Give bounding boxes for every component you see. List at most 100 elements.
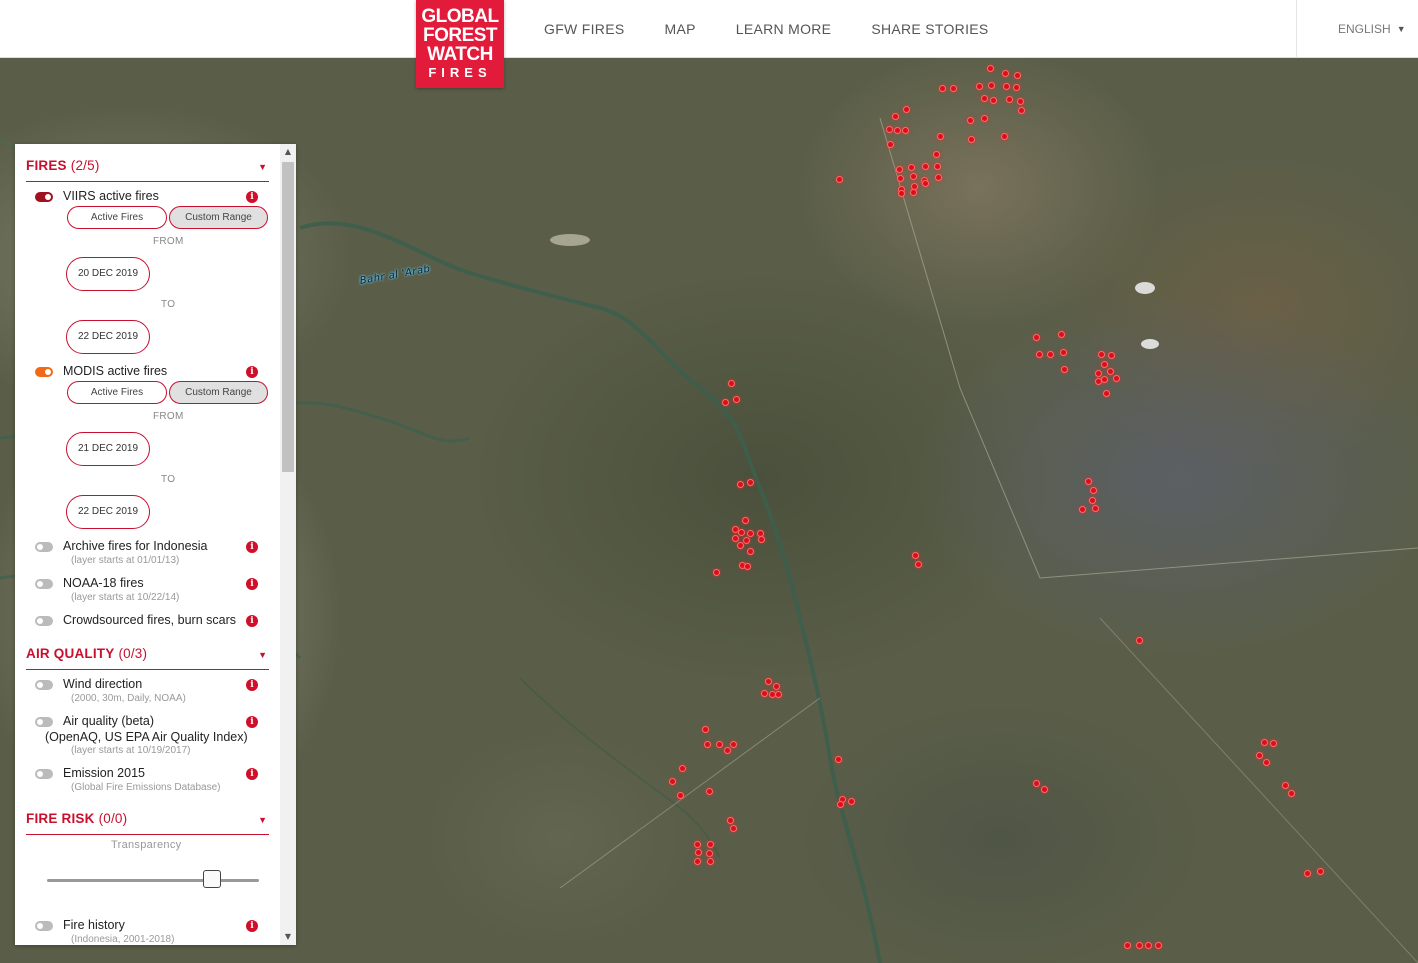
fire-point[interactable] <box>1136 942 1143 949</box>
fire-point[interactable] <box>1113 375 1120 382</box>
fire-point[interactable] <box>707 858 714 865</box>
fire-point[interactable] <box>707 841 714 848</box>
fire-point[interactable] <box>716 741 723 748</box>
nav-gfw-fires[interactable]: GFW FIRES <box>544 21 624 37</box>
scroll-down-icon[interactable]: ▼ <box>280 929 296 945</box>
fire-point[interactable] <box>922 180 929 187</box>
fire-point[interactable] <box>738 529 745 536</box>
fire-point[interactable] <box>706 850 713 857</box>
fire-point[interactable] <box>1061 366 1068 373</box>
fire-point[interactable] <box>1263 759 1270 766</box>
fire-point[interactable] <box>1047 351 1054 358</box>
fire-point[interactable] <box>743 537 750 544</box>
fire-point[interactable] <box>733 396 740 403</box>
noaa-info-icon[interactable]: i <box>246 578 258 590</box>
scroll-up-icon[interactable]: ▲ <box>280 144 296 160</box>
fire-point[interactable] <box>903 106 910 113</box>
fire-point[interactable] <box>898 190 905 197</box>
fire-point[interactable] <box>695 849 702 856</box>
fire-point[interactable] <box>1085 478 1092 485</box>
fire-point[interactable] <box>1058 331 1065 338</box>
fire-point[interactable] <box>1270 740 1277 747</box>
fire-point[interactable] <box>1124 942 1131 949</box>
archive-toggle[interactable] <box>35 542 53 552</box>
air-quality-section-header[interactable]: AIR QUALITY (0/3) ▼ <box>26 644 269 670</box>
panel-scrollbar[interactable]: ▲ ▼ <box>280 144 296 945</box>
emission-info-icon[interactable]: i <box>246 768 258 780</box>
fire-point[interactable] <box>848 798 855 805</box>
fire-point[interactable] <box>1155 942 1162 949</box>
fire-point[interactable] <box>981 95 988 102</box>
fire-point[interactable] <box>1282 782 1289 789</box>
fire-point[interactable] <box>677 792 684 799</box>
noaa-toggle[interactable] <box>35 579 53 589</box>
fire-point[interactable] <box>1317 868 1324 875</box>
fire-point[interactable] <box>1014 72 1021 79</box>
archive-info-icon[interactable]: i <box>246 541 258 553</box>
fire-history-toggle[interactable] <box>35 921 53 931</box>
viirs-custom-range-tab[interactable]: Custom Range <box>169 206 268 229</box>
fire-point[interactable] <box>704 741 711 748</box>
fire-point[interactable] <box>727 817 734 824</box>
fire-point[interactable] <box>669 778 676 785</box>
viirs-info-icon[interactable]: i <box>246 191 258 203</box>
fire-point[interactable] <box>939 85 946 92</box>
viirs-to-date[interactable]: 22 DEC 2019 <box>66 320 150 354</box>
scrollbar-thumb[interactable] <box>282 162 294 472</box>
collapse-arrow-icon[interactable]: ▼ <box>258 815 267 825</box>
fire-point[interactable] <box>908 164 915 171</box>
fire-point[interactable] <box>1033 780 1040 787</box>
fire-point[interactable] <box>976 83 983 90</box>
fire-point[interactable] <box>988 82 995 89</box>
nav-map[interactable]: MAP <box>664 21 695 37</box>
wind-toggle[interactable] <box>35 680 53 690</box>
nav-share-stories[interactable]: SHARE STORIES <box>871 21 988 37</box>
fire-point[interactable] <box>1033 334 1040 341</box>
fire-point[interactable] <box>897 175 904 182</box>
fire-point[interactable] <box>1018 107 1025 114</box>
fire-point[interactable] <box>1107 368 1114 375</box>
fire-point[interactable] <box>1095 370 1102 377</box>
fire-point[interactable] <box>758 536 765 543</box>
wind-info-icon[interactable]: i <box>246 679 258 691</box>
fire-point[interactable] <box>1089 497 1096 504</box>
fire-point[interactable] <box>934 163 941 170</box>
fire-point[interactable] <box>887 141 894 148</box>
fire-point[interactable] <box>724 747 731 754</box>
fire-point[interactable] <box>910 189 917 196</box>
modis-to-date[interactable]: 22 DEC 2019 <box>66 495 150 529</box>
fire-point[interactable] <box>679 765 686 772</box>
fire-risk-section-header[interactable]: FIRE RISK (0/0) ▼ <box>26 809 269 835</box>
crowd-toggle[interactable] <box>35 616 53 626</box>
fire-point[interactable] <box>912 552 919 559</box>
fire-point[interactable] <box>836 176 843 183</box>
fire-point[interactable] <box>1006 96 1013 103</box>
fire-point[interactable] <box>1145 942 1152 949</box>
fire-point[interactable] <box>1003 83 1010 90</box>
fire-history-info-icon[interactable]: i <box>246 920 258 932</box>
fire-point[interactable] <box>722 399 729 406</box>
fire-point[interactable] <box>896 166 903 173</box>
collapse-arrow-icon[interactable]: ▼ <box>258 650 267 660</box>
fire-point[interactable] <box>1304 870 1311 877</box>
fire-point[interactable] <box>910 173 917 180</box>
fire-point[interactable] <box>1288 790 1295 797</box>
fire-point[interactable] <box>742 517 749 524</box>
fire-point[interactable] <box>744 563 751 570</box>
collapse-arrow-icon[interactable]: ▼ <box>258 162 267 172</box>
transparency-slider-track[interactable] <box>47 879 259 882</box>
fire-point[interactable] <box>761 690 768 697</box>
fire-point[interactable] <box>892 113 899 120</box>
transparency-slider-thumb[interactable] <box>203 870 222 888</box>
fire-point[interactable] <box>1101 376 1108 383</box>
fire-point[interactable] <box>894 127 901 134</box>
fire-point[interactable] <box>1092 505 1099 512</box>
fire-point[interactable] <box>902 127 909 134</box>
fire-point[interactable] <box>1261 739 1268 746</box>
fires-section-header[interactable]: FIRES (2/5) ▼ <box>26 156 269 182</box>
modis-active-fires-tab[interactable]: Active Fires <box>67 381 167 404</box>
fire-point[interactable] <box>1136 637 1143 644</box>
fire-point[interactable] <box>1017 98 1024 105</box>
fire-point[interactable] <box>922 163 929 170</box>
fire-point[interactable] <box>694 858 701 865</box>
